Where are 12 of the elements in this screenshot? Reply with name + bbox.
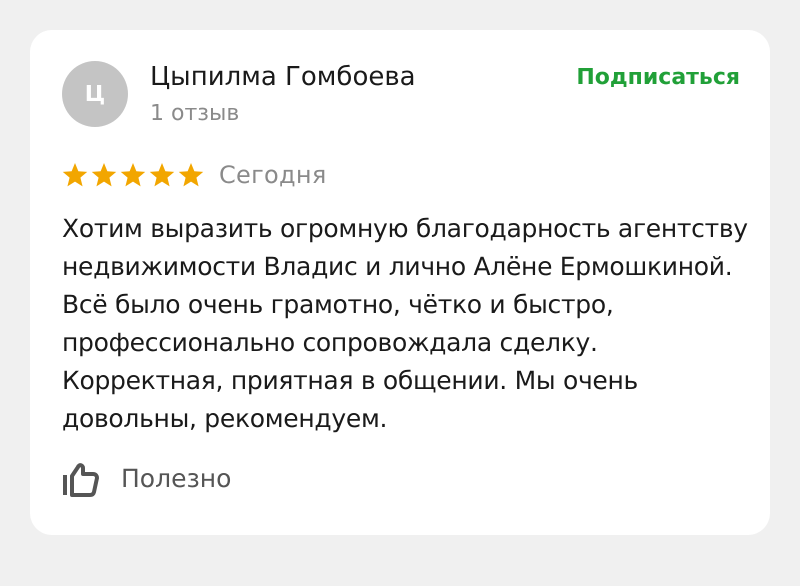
filled-star-icon [91, 162, 117, 188]
author-name[interactable]: Цыпилма Гомбоева [150, 61, 416, 93]
thumbs-up-icon [62, 460, 100, 497]
filled-star-icon [178, 162, 204, 188]
review-text: Хотим выразить огромную благодарность агентству недвижимости Владис и лично Алёне Ермошкиной. Всё было очень грамотно, чётко и быстро, профессионально сопровождала сделку. Корректная, приятная в общении. Мы очень довольны, рекомендуем. [62, 213, 749, 435]
helpful-button[interactable]: Полезно [62, 460, 232, 498]
review-date: Сегодня [219, 160, 327, 191]
avatar: Ц [62, 61, 128, 127]
filled-star-icon [120, 162, 146, 188]
filled-star-icon [149, 162, 175, 188]
filled-star-icon [62, 162, 88, 188]
review-count: 1 отзыв [150, 100, 240, 128]
